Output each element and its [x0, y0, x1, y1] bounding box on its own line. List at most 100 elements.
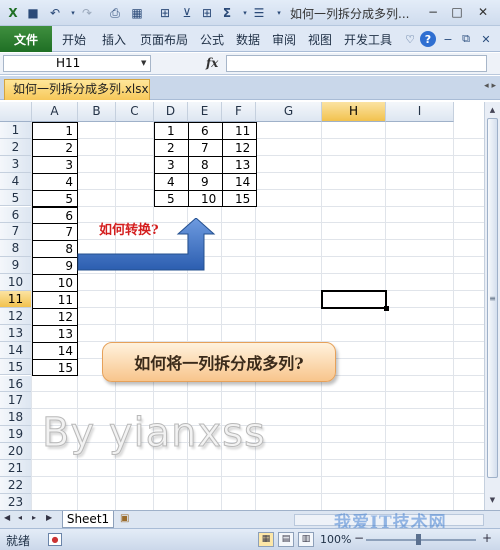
cell-d3[interactable]: 3 — [154, 155, 189, 174]
row-header-16[interactable]: 16 — [0, 375, 32, 393]
tab-developer[interactable]: 开发工具 — [344, 31, 392, 48]
cell-a8[interactable]: 8 — [32, 240, 78, 259]
cell-a4[interactable]: 4 — [32, 172, 78, 191]
row-header-3[interactable]: 3 — [0, 155, 32, 173]
cell-a10[interactable]: 10 — [32, 274, 78, 292]
name-box[interactable]: H11 — [3, 55, 151, 72]
cell-f1[interactable]: 11 — [222, 122, 257, 140]
cell-a12[interactable]: 12 — [32, 307, 78, 326]
row-header-19[interactable]: 19 — [0, 426, 32, 444]
tab-file[interactable]: 文件 — [0, 26, 52, 52]
row-header-13[interactable]: 13 — [0, 324, 32, 342]
row-header-12[interactable]: 12 — [0, 307, 32, 325]
cell-a14[interactable]: 14 — [32, 341, 78, 360]
cell-d2[interactable]: 2 — [154, 138, 189, 157]
ribbon-minimize-icon[interactable]: − — [440, 31, 456, 47]
row-header-2[interactable]: 2 — [0, 138, 32, 156]
cell-a7[interactable]: 7 — [32, 223, 78, 242]
row-header-20[interactable]: 20 — [0, 443, 32, 460]
zoom-slider-knob[interactable] — [416, 534, 421, 545]
worksheet-grid[interactable]: ABCDEFGHI 1 2 3 4 5 6 7 8 9 10 11 12 13 14 15 16 17 18 19 2… — [0, 102, 484, 510]
ribbon-close-icon[interactable]: ✕ — [478, 31, 494, 47]
row-header-6[interactable]: 6 — [0, 206, 32, 224]
zoom-out-icon[interactable]: − — [354, 531, 364, 545]
vertical-scrollbar[interactable]: ▲ ≡ ▼ — [484, 102, 500, 510]
cell-e2[interactable]: 7 — [188, 138, 223, 157]
macro-record-icon[interactable]: ● — [48, 533, 62, 546]
last-sheet-icon[interactable]: ▶ — [46, 513, 52, 522]
save-icon[interactable]: ■ — [24, 4, 42, 22]
cell-f3[interactable]: 13 — [222, 155, 257, 174]
cell-d5[interactable]: 5 — [154, 189, 189, 208]
ribbon-restore-icon[interactable]: ⧉ — [458, 31, 474, 47]
row-header-10[interactable]: 10 — [0, 274, 32, 291]
undo-icon[interactable]: ↶ — [46, 4, 64, 22]
row-header-23[interactable]: 23 — [0, 493, 32, 510]
help-icon[interactable]: ? — [420, 31, 436, 47]
zoom-slider[interactable] — [366, 539, 476, 541]
customize-toolbar-icon[interactable]: ▾ — [270, 4, 288, 22]
zoom-in-icon[interactable]: + — [482, 531, 492, 545]
workbook-scroll-icon[interactable]: ◂ ▸ — [484, 81, 496, 91]
column-header-g[interactable]: G — [256, 102, 322, 122]
cell-a6[interactable]: 6 — [32, 206, 78, 225]
autosum-icon[interactable]: Σ — [218, 4, 236, 22]
tab-formulas[interactable]: 公式 — [200, 31, 224, 48]
row-header-17[interactable]: 17 — [0, 392, 32, 410]
row-header-15[interactable]: 15 — [0, 358, 32, 376]
next-sheet-icon[interactable]: ▸ — [32, 513, 36, 522]
insert-function-icon[interactable]: fx — [206, 56, 218, 70]
page-break-view-icon[interactable]: ▥ — [298, 532, 314, 547]
column-header-e[interactable]: E — [188, 102, 222, 122]
column-header-a[interactable]: A — [32, 102, 78, 122]
spell-check-icon[interactable]: ⊞ — [156, 4, 174, 22]
cell-a5[interactable]: 5 — [32, 189, 78, 208]
filter-icon[interactable]: ⊻ — [178, 4, 196, 22]
page-layout-view-icon[interactable]: ▤ — [278, 532, 294, 547]
cell-e4[interactable]: 9 — [188, 172, 223, 191]
sheet-tab-sheet1[interactable]: Sheet1 — [62, 511, 114, 528]
cell-a15[interactable]: 15 — [32, 358, 78, 377]
row-header-22[interactable]: 22 — [0, 476, 32, 494]
cell-a1[interactable]: 1 — [32, 122, 78, 140]
tab-data[interactable]: 数据 — [236, 31, 260, 48]
active-cell-selection[interactable] — [321, 290, 387, 309]
cell-e3[interactable]: 8 — [188, 155, 223, 174]
row-header-21[interactable]: 21 — [0, 460, 32, 477]
callout-box[interactable]: 如何将一列拆分成多列? — [102, 342, 336, 382]
workbook-tab[interactable]: 如何一列拆分成多列.xlsx — [4, 79, 150, 100]
row-header-18[interactable]: 18 — [0, 409, 32, 427]
print-preview-icon[interactable]: ⎙ — [106, 4, 124, 22]
column-header-c[interactable]: C — [116, 102, 154, 122]
align-icon[interactable]: ☰ — [250, 4, 268, 22]
format-painter-icon[interactable]: ▦ — [128, 4, 146, 22]
maximize-button[interactable]: □ — [448, 3, 466, 21]
tab-insert[interactable]: 插入 — [102, 31, 126, 48]
column-header-d[interactable]: D — [154, 102, 188, 122]
cell-f5[interactable]: 15 — [222, 189, 257, 208]
column-header-f[interactable]: F — [222, 102, 256, 122]
scroll-down-icon[interactable]: ▼ — [487, 494, 498, 506]
cell-a3[interactable]: 3 — [32, 155, 78, 174]
tab-page-layout[interactable]: 页面布局 — [140, 31, 188, 48]
select-all-corner[interactable] — [0, 102, 32, 122]
scroll-up-icon[interactable]: ▲ — [487, 104, 498, 116]
cell-d1[interactable]: 1 — [154, 122, 189, 140]
minimize-button[interactable]: − — [424, 3, 442, 21]
cell-a9[interactable]: 9 — [32, 257, 78, 276]
row-header-7[interactable]: 7 — [0, 223, 32, 241]
row-header-14[interactable]: 14 — [0, 341, 32, 359]
tab-review[interactable]: 审阅 — [272, 31, 296, 48]
formula-input[interactable] — [226, 55, 487, 72]
row-header-1[interactable]: 1 — [0, 122, 32, 139]
close-button[interactable]: ✕ — [474, 3, 492, 21]
column-header-i[interactable]: I — [386, 102, 454, 122]
cell-e5[interactable]: 10 — [188, 189, 223, 208]
scroll-thumb[interactable]: ≡ — [487, 118, 498, 478]
first-sheet-icon[interactable]: ◀ — [4, 513, 10, 522]
chevron-down-icon[interactable]: ▼ — [141, 59, 146, 67]
cell-f4[interactable]: 14 — [222, 172, 257, 191]
row-header-5[interactable]: 5 — [0, 189, 32, 207]
cell-a11[interactable]: 11 — [32, 291, 78, 309]
tab-view[interactable]: 视图 — [308, 31, 332, 48]
